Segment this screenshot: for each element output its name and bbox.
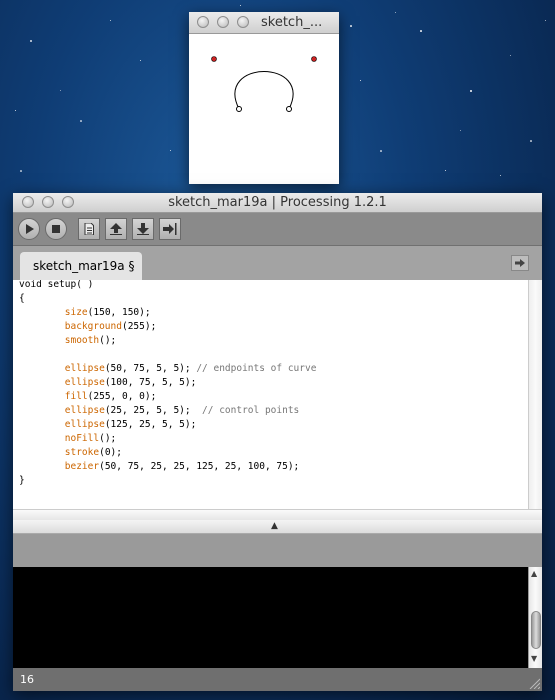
ide-titlebar[interactable]: sketch_mar19a | Processing 1.2.1 — [13, 193, 542, 213]
scroll-up-arrow-icon[interactable]: ▲ — [531, 569, 537, 578]
sketch-window-titlebar[interactable]: sketch_... — [189, 12, 339, 34]
star — [510, 55, 511, 56]
star — [445, 170, 446, 171]
arrow-right-icon — [515, 259, 525, 267]
star — [60, 90, 61, 91]
star — [30, 40, 32, 42]
star — [170, 150, 171, 151]
caret-up-icon: ▲ — [271, 521, 278, 531]
code-line[interactable]: smooth(); — [19, 334, 316, 348]
code-line[interactable]: noFill(); — [19, 432, 316, 446]
resize-grip-icon[interactable] — [528, 677, 540, 689]
export-button[interactable] — [159, 218, 181, 240]
code-line[interactable]: } — [19, 474, 316, 488]
stop-icon — [52, 225, 60, 233]
arrow-up-icon — [110, 223, 122, 235]
sketch-output-window: sketch_... — [189, 12, 339, 184]
code-editor[interactable]: void setup( ){ size(150, 150); backgroun… — [13, 280, 528, 509]
run-button[interactable] — [18, 218, 40, 240]
open-button[interactable] — [105, 218, 127, 240]
code-line[interactable]: ellipse(125, 25, 5, 5); — [19, 418, 316, 432]
control-point — [312, 57, 317, 62]
tab-sketch[interactable]: sketch_mar19a § — [20, 252, 142, 280]
code-line[interactable]: background(255); — [19, 320, 316, 334]
code-line[interactable]: fill(255, 0, 0); — [19, 390, 316, 404]
star — [15, 110, 16, 111]
canvas-background — [189, 34, 339, 184]
star — [380, 150, 382, 152]
sketch-window-title: sketch_... — [261, 12, 337, 34]
line-number: 16 — [20, 673, 34, 686]
star — [20, 170, 22, 172]
minimize-window-button[interactable] — [217, 16, 229, 28]
curve-endpoint — [287, 107, 292, 112]
star — [140, 60, 141, 61]
star — [420, 30, 422, 32]
code-line[interactable]: size(150, 150); — [19, 306, 316, 320]
code-line[interactable]: void setup( ) — [19, 280, 316, 292]
code-line[interactable] — [19, 348, 316, 362]
console-area[interactable] — [13, 567, 528, 668]
ide-window-title: sketch_mar19a | Processing 1.2.1 — [13, 193, 542, 213]
code-line[interactable]: ellipse(25, 25, 5, 5); // control points — [19, 404, 316, 418]
sketch-canvas — [189, 34, 339, 184]
star — [545, 20, 546, 21]
control-point — [212, 57, 217, 62]
console-scroll-thumb[interactable] — [531, 611, 541, 649]
export-arrow-icon — [163, 223, 177, 235]
status-bar: 16 — [13, 668, 542, 691]
star — [395, 12, 396, 13]
star — [460, 130, 461, 131]
play-icon — [24, 224, 34, 234]
code-line[interactable]: { — [19, 292, 316, 306]
editor-horizontal-scrollbar[interactable] — [13, 509, 542, 520]
ide-toolbar — [13, 213, 542, 246]
editor-vertical-scrollbar[interactable] — [528, 280, 542, 509]
code-line[interactable]: stroke(0); — [19, 446, 316, 460]
scroll-down-arrow-icon[interactable]: ▼ — [531, 654, 537, 663]
split-pane-divider[interactable]: ▲ — [13, 520, 542, 534]
star — [360, 80, 361, 81]
star — [80, 120, 82, 122]
code-line[interactable]: ellipse(50, 75, 5, 5); // endpoints of c… — [19, 362, 316, 376]
code-line[interactable]: bezier(50, 75, 25, 25, 125, 25, 100, 75)… — [19, 460, 316, 474]
new-button[interactable] — [78, 218, 100, 240]
new-file-icon — [84, 223, 94, 235]
zoom-window-button[interactable] — [237, 16, 249, 28]
close-window-button[interactable] — [197, 16, 209, 28]
console-vertical-scrollbar[interactable]: ▲ ▼ — [528, 567, 542, 668]
curve-endpoint — [237, 107, 242, 112]
message-area — [13, 534, 542, 567]
stop-button[interactable] — [45, 218, 67, 240]
tab-bar: sketch_mar19a § — [13, 246, 542, 280]
star — [530, 140, 532, 142]
star — [240, 5, 241, 6]
save-button[interactable] — [132, 218, 154, 240]
star — [470, 90, 472, 92]
code-text[interactable]: void setup( ){ size(150, 150); backgroun… — [19, 280, 316, 488]
star — [350, 25, 352, 27]
arrow-down-icon — [137, 223, 149, 235]
star — [110, 20, 111, 21]
code-line[interactable]: ellipse(100, 75, 5, 5); — [19, 376, 316, 390]
star — [500, 175, 501, 176]
tab-menu-button[interactable] — [511, 255, 529, 271]
processing-ide-window: sketch_mar19a | Processing 1.2.1 sketch_… — [13, 193, 542, 691]
